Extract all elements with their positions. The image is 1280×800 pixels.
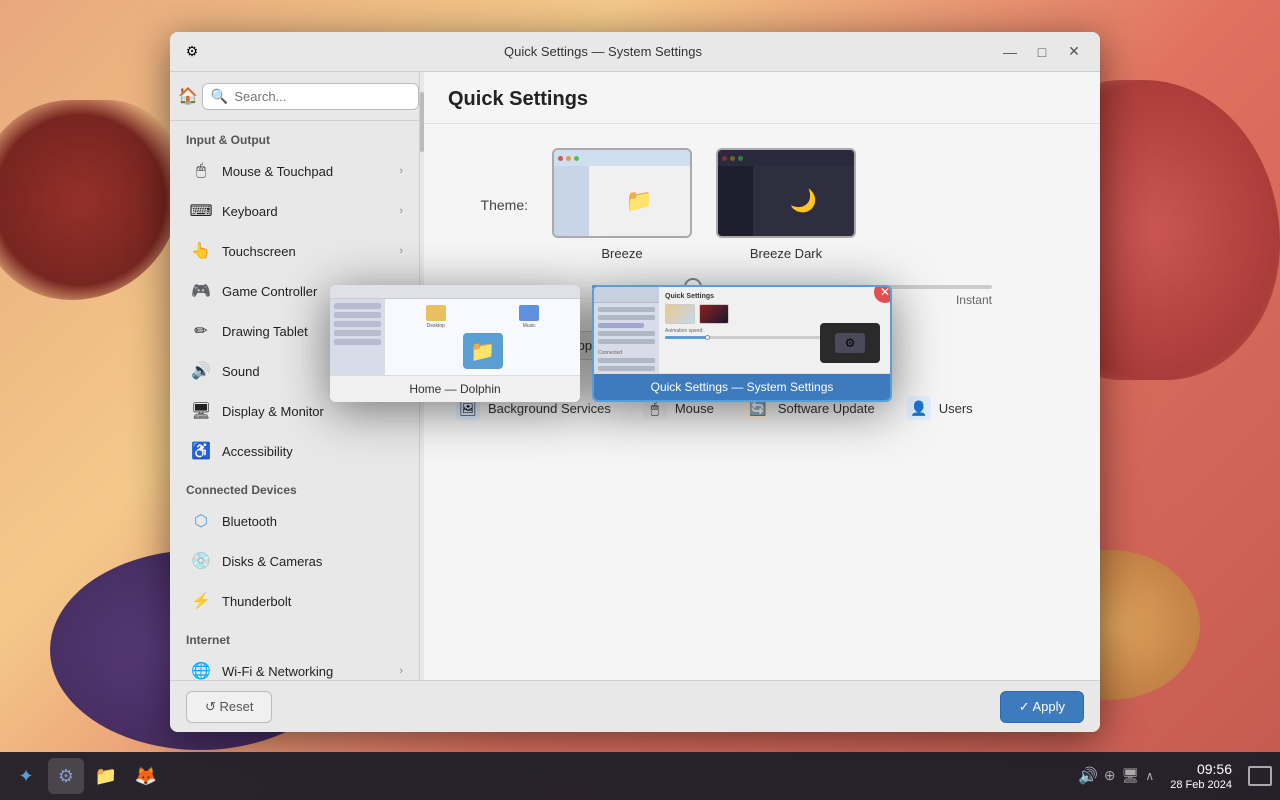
search-input[interactable] [234,89,410,104]
sidebar-item-thunderbolt[interactable]: ⚡ Thunderbolt [174,582,415,620]
sidebar-item-bluetooth[interactable]: ⬡ Bluetooth [174,502,415,540]
sidebar-item-label: Touchscreen [222,244,389,259]
window-controls: — □ ✕ [996,40,1088,64]
breeze-dark-preview: 🌙 [716,148,856,238]
volume-icon[interactable]: 🔊 [1078,766,1098,786]
dolphin-preview: Desktop Music 📁 [330,285,580,375]
theme-name-breeze: Breeze [601,246,642,261]
taskbar-right: 🔊 ⊕ 🖥 ∧ 09:56 28 Feb 2024 [1078,760,1272,792]
theme-options: 📁 Breeze [552,148,856,261]
chevron-right-icon: › [399,165,403,177]
sidebar-item-keyboard[interactable]: ⌨ Keyboard › [174,192,415,230]
quick-icon-label: Software Update [778,401,875,416]
clock-time: 09:56 [1170,760,1232,778]
quick-icon-label: Users [939,401,973,416]
thunderbolt-icon: ⚡ [190,590,212,612]
accessibility-tray-icon[interactable]: ⊕ [1104,767,1116,784]
sidebar-item-label: Keyboard [222,204,389,219]
keyboard-icon: ⌨ [190,200,212,222]
theme-option-breeze[interactable]: 📁 Breeze [552,148,692,261]
thumbnail-dolphin-label: Home — Dolphin [330,375,580,402]
thumbnail-system-settings[interactable]: ✕ Connected Qui [592,285,892,402]
chevron-right-icon: › [399,245,403,257]
taskbar: ✦ ⚙ 📁 🦊 🔊 ⊕ 🖥 ∧ 09:56 28 Feb 2024 [0,752,1280,800]
settings-preview: Connected Quick Settings Animation speed… [594,287,890,373]
content-body: Theme: [424,124,1100,680]
taskbar-system-settings[interactable]: ⚙ [48,758,84,794]
thumbnail-settings-label: Quick Settings — System Settings [594,373,890,400]
display-tray-icon[interactable]: 🖥 [1122,767,1140,784]
taskbar-kde-button[interactable]: ✦ [8,758,44,794]
sidebar-item-label: Display & Monitor [222,404,403,419]
titlebar: ⚙ Quick Settings — System Settings — □ ✕ [170,32,1100,72]
minimize-button[interactable]: — [996,40,1024,64]
sidebar-item-wifi[interactable]: 🌐 Wi-Fi & Networking › [174,652,415,680]
sidebar-item-label: Disks & Cameras [222,554,403,569]
clock-date: 28 Feb 2024 [1170,778,1232,792]
thumbnail-popup: Desktop Music 📁 Home — Dolphin ✕ [330,285,930,402]
search-icon: 🔍 [211,88,228,105]
sidebar-item-label: Bluetooth [222,514,403,529]
theme-label: Theme: [448,197,528,213]
bluetooth-icon: ⬡ [190,510,212,532]
taskbar-clock[interactable]: 09:56 28 Feb 2024 [1170,760,1232,792]
screen-icon [1248,766,1272,786]
thumbnail-dolphin[interactable]: Desktop Music 📁 Home — Dolphin [330,285,580,402]
taskbar-firefox[interactable]: 🦊 [128,758,164,794]
mouse-icon: 🖱 [190,160,212,182]
taskbar-dolphin[interactable]: 📁 [88,758,124,794]
sidebar-item-label: Wi-Fi & Networking [222,664,389,679]
game-controller-icon: 🎮 [190,280,212,302]
close-button[interactable]: ✕ [1060,40,1088,64]
window-footer: ↺ Reset ✓ Apply [170,680,1100,732]
chevron-right-icon: › [399,665,403,677]
breeze-preview: 📁 [552,148,692,238]
reset-button[interactable]: ↺ Reset [186,691,272,723]
accessibility-icon: ♿ [190,440,212,462]
sidebar-item-label: Mouse & Touchpad [222,164,389,179]
sidebar-item-label: Thunderbolt [222,594,403,609]
home-button[interactable]: 🏠 [178,80,198,112]
theme-name-breeze-dark: Breeze Dark [750,246,822,261]
apply-button[interactable]: ✓ Apply [1000,691,1084,723]
taskbar-left: ✦ ⚙ 📁 🦊 [8,758,164,794]
sidebar-item-touchscreen[interactable]: 👆 Touchscreen › [174,232,415,270]
theme-option-breeze-dark[interactable]: 🌙 Breeze Dark [716,148,856,261]
window-title: Quick Settings — System Settings [210,44,996,59]
section-label-connected-devices: Connected Devices [170,471,419,501]
sidebar-item-label: Accessibility [222,444,403,459]
chevron-right-icon: › [399,205,403,217]
sidebar-header: 🏠 🔍 ☰ [170,72,419,121]
slider-max-label: Instant [956,293,992,307]
drawing-tablet-icon: ✏ [190,320,212,342]
section-label-internet: Internet [170,621,419,651]
taskbar-system-tray: 🔊 ⊕ 🖥 ∧ [1078,766,1154,786]
app-icon: ⚙ [182,42,202,62]
content-header: Quick Settings [424,72,1100,124]
maximize-button[interactable]: □ [1028,40,1056,64]
touchscreen-icon: 👆 [190,240,212,262]
quick-icon-label: Background Services [488,401,611,416]
sidebar-item-accessibility[interactable]: ♿ Accessibility [174,432,415,470]
sidebar-item-mouse[interactable]: 🖱 Mouse & Touchpad › [174,152,415,190]
section-label-input-output: Input & Output [170,121,419,151]
theme-section: Theme: [448,148,1076,261]
wifi-icon: 🌐 [190,660,212,680]
sidebar-item-disks-cameras[interactable]: 💿 Disks & Cameras [174,542,415,580]
expand-tray-icon[interactable]: ∧ [1145,769,1154,783]
page-title: Quick Settings [448,88,1076,111]
display-monitor-icon: 🖥 [190,400,212,422]
settings-widget: ⚙ [820,323,880,363]
disks-icon: 💿 [190,550,212,572]
search-box: 🔍 [202,83,419,110]
sound-icon: 🔊 [190,360,212,382]
quick-icon-label: Mouse [675,401,714,416]
